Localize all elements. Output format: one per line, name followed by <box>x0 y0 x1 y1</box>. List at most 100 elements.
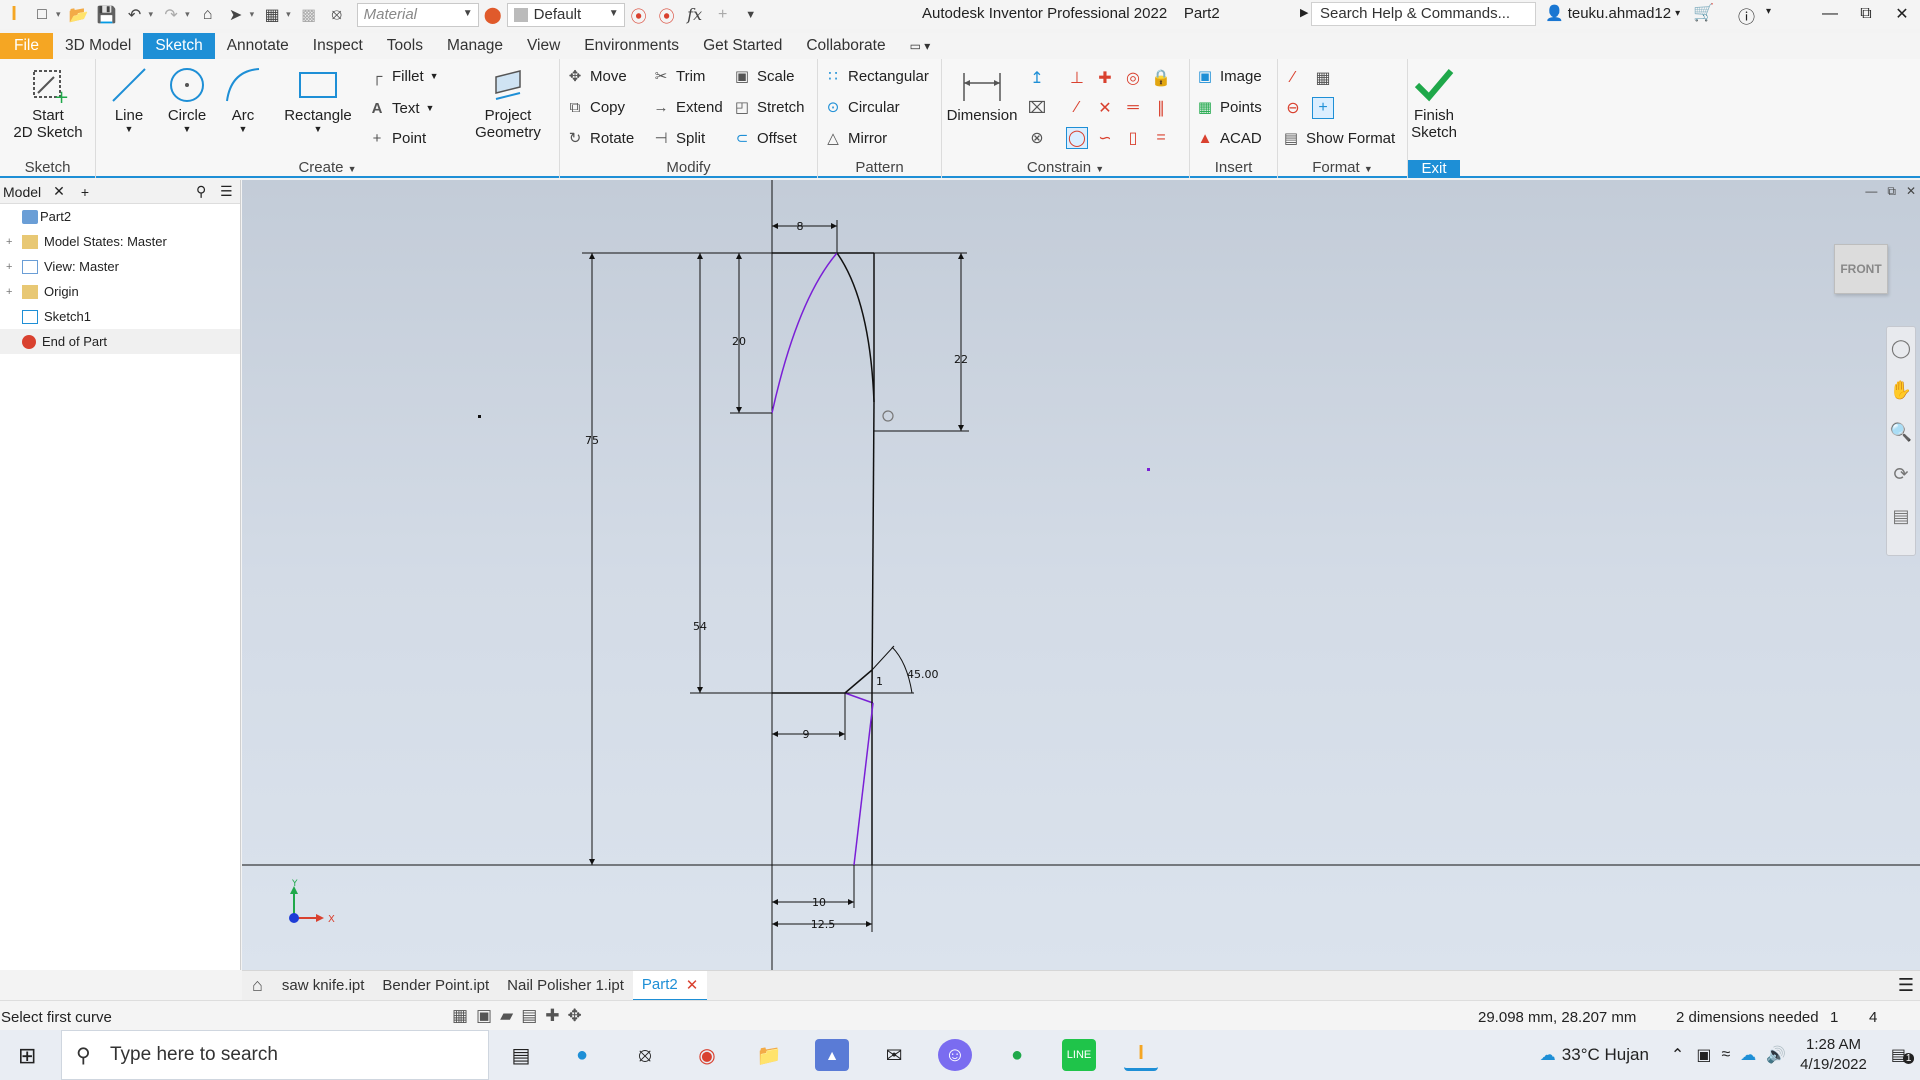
tab-view[interactable]: View <box>515 33 572 59</box>
horizontal-icon[interactable]: ═ <box>1122 97 1144 119</box>
tab-environments[interactable]: Environments <box>572 33 691 59</box>
tab-collaborate[interactable]: Collaborate <box>794 33 897 59</box>
collinear-icon[interactable]: ✕ <box>1094 97 1116 119</box>
offset-button[interactable]: ⊂ Offset <box>733 129 797 148</box>
graphics-canvas[interactable]: — ⧉ ✕ 8 75 54 20 22 45.00 1 9 10 12.5 Y … <box>242 180 1920 970</box>
sketch-chamfer-line[interactable] <box>844 669 873 694</box>
discord-icon[interactable]: ☺ <box>938 1039 972 1071</box>
plus-icon[interactable]: + <box>712 4 734 26</box>
restore-icon[interactable]: ⧉ <box>1848 0 1884 28</box>
viewcube[interactable]: FRONT <box>1834 244 1888 294</box>
tree-item-end-of-part[interactable]: End of Part <box>0 329 240 354</box>
chevron-down-icon[interactable]: ▾ <box>1766 6 1771 17</box>
tab-sketch[interactable]: Sketch <box>143 33 215 59</box>
points-button[interactable]: ▦ Points <box>1196 98 1262 117</box>
minimize-icon[interactable]: — <box>1812 0 1848 28</box>
tree-item-view[interactable]: + View: Master <box>0 254 240 279</box>
panel-label-create[interactable]: Create ▼ <box>96 159 559 176</box>
arc-button[interactable]: Arc ▼ <box>218 63 268 134</box>
stretch-button[interactable]: ◰ Stretch <box>733 98 805 117</box>
sketch-right-line[interactable] <box>871 401 875 691</box>
file-explorer-icon[interactable]: 📁 <box>752 1039 786 1071</box>
sketch-point[interactable] <box>1147 468 1150 471</box>
measure-icon[interactable]: ▩ <box>298 4 320 26</box>
task-view-icon[interactable]: ▤ <box>504 1039 538 1071</box>
inventor-taskbar-icon[interactable]: I <box>1124 1039 1158 1071</box>
sketch-taper-line[interactable] <box>853 702 874 866</box>
show-format-button[interactable]: ▤ Show Format <box>1282 129 1395 148</box>
close-icon[interactable]: ✕ <box>1884 0 1920 28</box>
appearance-icon[interactable]: ⬤ <box>482 4 504 26</box>
spotify-icon[interactable]: ● <box>1000 1039 1034 1071</box>
close-icon[interactable]: ✕ <box>53 183 65 200</box>
copy-button[interactable]: ⧉ Copy <box>566 98 625 116</box>
tab-tools[interactable]: Tools <box>375 33 435 59</box>
image-button[interactable]: ▣ Image <box>1196 67 1262 86</box>
doc-tab-bender-point[interactable]: Bender Point.ipt <box>373 971 498 1001</box>
vertical-icon[interactable]: ∥ <box>1150 97 1172 119</box>
weather-icon[interactable]: ☁ <box>1540 1045 1556 1065</box>
equal-icon[interactable]: = <box>1150 127 1172 149</box>
constraint-settings-icon[interactable]: ⊗ <box>1026 127 1048 149</box>
expand-icon[interactable]: + <box>6 236 18 248</box>
sketch-drawing[interactable]: 8 75 54 20 22 45.00 1 9 10 12.5 Y X <box>242 180 1920 970</box>
tree-item-sketch1[interactable]: Sketch1 <box>0 304 240 329</box>
meet-icon[interactable]: ▣ <box>1696 1045 1711 1065</box>
update-icon[interactable]: ▦ <box>261 4 283 26</box>
inventor-logo-icon[interactable]: I <box>3 3 25 26</box>
close-icon[interactable]: ✕ <box>686 976 699 994</box>
scale-button[interactable]: ▣ Scale <box>733 67 795 86</box>
dim-text-small[interactable]: 1 <box>876 675 883 688</box>
tangent-icon[interactable]: ◯ <box>1066 127 1088 149</box>
panel-label-format[interactable]: Format ▼ <box>1278 159 1407 176</box>
help-search-input[interactable]: Search Help & Commands... <box>1311 2 1536 26</box>
appearance-select[interactable]: Default ▼ <box>506 2 625 27</box>
centerline-icon[interactable]: ⊖ <box>1282 97 1304 119</box>
sketch-arc-left[interactable] <box>771 252 838 414</box>
tab-annotate[interactable]: Annotate <box>215 33 301 59</box>
expand-icon[interactable]: + <box>6 261 18 273</box>
pan-icon[interactable]: ✋ <box>1887 369 1915 411</box>
point-button[interactable]: + Point <box>368 129 427 147</box>
doc-tab-nail-polisher[interactable]: Nail Polisher 1.ipt <box>498 971 633 1001</box>
tab-3d-model[interactable]: 3D Model <box>53 33 143 59</box>
tree-item-origin[interactable]: + Origin <box>0 279 240 304</box>
circle-button[interactable]: Circle ▼ <box>162 63 212 134</box>
dim-text-top-width[interactable]: 8 <box>797 220 804 233</box>
menu-icon[interactable]: ☰ <box>1898 975 1914 996</box>
parallel-icon[interactable]: ∕ <box>1066 97 1088 119</box>
volume-icon[interactable]: 🔊 <box>1766 1045 1786 1065</box>
wifi-icon[interactable]: ≈ <box>1721 1046 1730 1064</box>
notifications-icon[interactable]: ▤ 1 <box>1891 1045 1915 1065</box>
cart-icon[interactable]: 🛒 <box>1693 3 1714 23</box>
tab-inspect[interactable]: Inspect <box>301 33 375 59</box>
dim-text-lower[interactable]: 54 <box>693 620 707 633</box>
auto-dimension-icon[interactable]: ↥ <box>1026 67 1048 89</box>
dim-text-bottom-10[interactable]: 10 <box>812 896 826 909</box>
undo-icon[interactable]: ↶ <box>124 4 146 26</box>
ribbon-display-toggle[interactable]: ▭ ▾ <box>898 33 943 59</box>
sketch-purple-line[interactable] <box>844 692 874 704</box>
tree-item-model-states[interactable]: + Model States: Master <box>0 229 240 254</box>
perpendicular-icon[interactable]: ⊥ <box>1066 67 1088 89</box>
clock[interactable]: 1:28 AM 4/19/2022 <box>1800 1035 1867 1075</box>
dim-text-right[interactable]: 22 <box>954 353 968 366</box>
open-icon[interactable]: 📂 <box>68 4 90 26</box>
windows-start-icon[interactable]: ⊞ <box>18 1043 36 1069</box>
extend-button[interactable]: → Extend <box>652 98 723 116</box>
material-select[interactable]: Material ▼ <box>356 2 479 27</box>
zoom-icon[interactable]: 🔍 <box>1887 411 1915 453</box>
rectangular-pattern-button[interactable]: ∷ Rectangular <box>824 67 929 86</box>
concentric-icon[interactable]: ◎ <box>1122 67 1144 89</box>
home-icon[interactable]: ⌂ <box>242 975 273 996</box>
coincident-icon[interactable]: ✚ <box>1094 67 1116 89</box>
adjust-icon[interactable]: ⦿ <box>656 4 678 26</box>
customize-icon[interactable]: ▼ <box>740 4 762 26</box>
onedrive-icon[interactable]: ☁ <box>1740 1045 1756 1065</box>
expand-icon[interactable]: + <box>6 286 18 298</box>
construction-icon[interactable]: ∕ <box>1282 67 1304 89</box>
doc-tab-part2[interactable]: Part2 ✕ <box>632 970 708 1001</box>
edge-icon[interactable]: ● <box>565 1039 599 1071</box>
select-icon[interactable]: ➤ <box>225 4 247 26</box>
doc-tab-saw-knife[interactable]: saw knife.ipt <box>273 971 374 1001</box>
